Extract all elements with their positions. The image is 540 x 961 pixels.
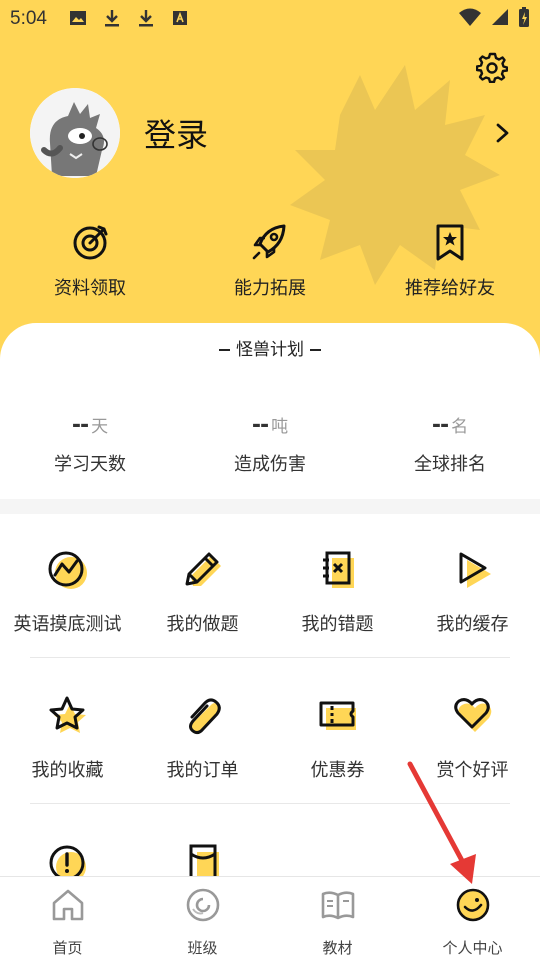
stat-global-rank: -- 名 全球排名 xyxy=(360,412,540,476)
trend-chart-icon xyxy=(48,551,87,589)
wrong-notebook-icon xyxy=(322,551,354,588)
plan-title-text: 怪兽计划 xyxy=(236,340,304,360)
quick-action-label: 推荐给好友 xyxy=(405,278,495,299)
stat-unit: 吨 xyxy=(271,417,289,437)
star-icon xyxy=(49,696,86,733)
stat-unit: 天 xyxy=(91,417,109,437)
profile-header: 5:04 登录 资料领取 能力拓展 推荐给好友 xyxy=(0,0,540,360)
quick-action-label: 资料领取 xyxy=(54,278,126,299)
battery-charging-icon xyxy=(519,7,529,27)
menu-label: 我的缓存 xyxy=(436,614,509,635)
smiley-icon xyxy=(456,888,489,922)
row-divider xyxy=(30,657,510,658)
bottom-tab-bar: 首页 班级 教材 个人中心 xyxy=(0,876,540,961)
menu-coupons[interactable]: 优惠券 xyxy=(270,694,405,782)
menu-rate-us[interactable]: 赏个好评 xyxy=(405,694,540,782)
tab-home[interactable]: 首页 xyxy=(0,887,135,958)
tab-class[interactable]: 班级 xyxy=(135,887,270,958)
menu-label: 英语摸底测试 xyxy=(13,614,122,635)
tab-textbook[interactable]: 教材 xyxy=(270,887,405,958)
quick-action-label: 能力拓展 xyxy=(234,278,306,299)
login-link[interactable]: 登录 xyxy=(144,110,208,156)
home-icon xyxy=(52,889,83,921)
avatar[interactable] xyxy=(30,88,120,178)
heart-icon xyxy=(453,698,491,732)
stat-damage: -- 吨 造成伤害 xyxy=(180,412,360,476)
menu-label: 我的做题 xyxy=(166,614,239,635)
menu-my-orders[interactable]: 我的订单 xyxy=(135,694,270,782)
rocket-icon xyxy=(252,224,286,260)
stat-value: -- xyxy=(431,413,449,438)
notification-icons xyxy=(68,8,190,28)
download-icon-2 xyxy=(139,10,153,27)
plan-title: 怪兽计划 xyxy=(0,335,540,360)
quick-action-materials[interactable]: 资料领取 xyxy=(15,222,165,300)
menu-label: 我的收藏 xyxy=(31,760,104,781)
download-icon xyxy=(105,10,119,27)
tab-label: 教材 xyxy=(322,939,353,957)
tab-label: 班级 xyxy=(187,939,218,957)
tab-label: 首页 xyxy=(52,939,83,957)
menu-label: 赏个好评 xyxy=(436,760,509,781)
target-icon xyxy=(73,225,108,260)
row-divider xyxy=(30,803,510,804)
menu-my-cache[interactable]: 我的缓存 xyxy=(405,548,540,636)
pencil-icon xyxy=(185,552,221,586)
stat-label: 全球排名 xyxy=(414,454,486,475)
stat-study-days: -- 天 学习天数 xyxy=(0,412,180,476)
settings-gear-icon[interactable] xyxy=(476,51,508,83)
menu-label: 我的订单 xyxy=(166,760,239,781)
menu-my-exercises[interactable]: 我的做题 xyxy=(135,548,270,636)
signal-icon xyxy=(492,9,508,25)
chevron-right-icon[interactable] xyxy=(494,122,512,144)
menu-label: 我的错题 xyxy=(301,614,374,635)
status-time: 5:04 xyxy=(10,8,47,29)
menu-my-favorites[interactable]: 我的收藏 xyxy=(0,694,135,782)
class-icon xyxy=(186,888,219,922)
menu-label: 优惠券 xyxy=(310,760,365,781)
paperclip-icon xyxy=(188,698,221,735)
section-divider xyxy=(0,499,540,514)
font-app-icon xyxy=(173,11,187,25)
stat-unit: 名 xyxy=(451,417,469,437)
stat-label: 造成伤害 xyxy=(234,454,306,475)
stat-value: -- xyxy=(251,413,269,438)
quick-action-expand[interactable]: 能力拓展 xyxy=(195,222,345,300)
system-icons xyxy=(458,6,530,28)
status-bar: 5:04 xyxy=(0,0,540,36)
coupon-icon xyxy=(319,701,356,730)
wifi-icon xyxy=(459,8,481,26)
play-icon xyxy=(459,552,491,588)
quick-action-recommend[interactable]: 推荐给好友 xyxy=(375,222,525,300)
image-notification-icon xyxy=(70,11,86,25)
stat-label: 学习天数 xyxy=(54,454,126,475)
menu-wrong-questions[interactable]: 我的错题 xyxy=(270,548,405,636)
menu-english-test[interactable]: 英语摸底测试 xyxy=(0,548,135,636)
monster-avatar-icon xyxy=(30,88,120,178)
bookmark-star-icon xyxy=(436,224,464,261)
tab-label: 个人中心 xyxy=(442,939,503,957)
tab-profile[interactable]: 个人中心 xyxy=(405,887,540,958)
book-icon xyxy=(321,891,354,920)
stat-value: -- xyxy=(71,413,89,438)
